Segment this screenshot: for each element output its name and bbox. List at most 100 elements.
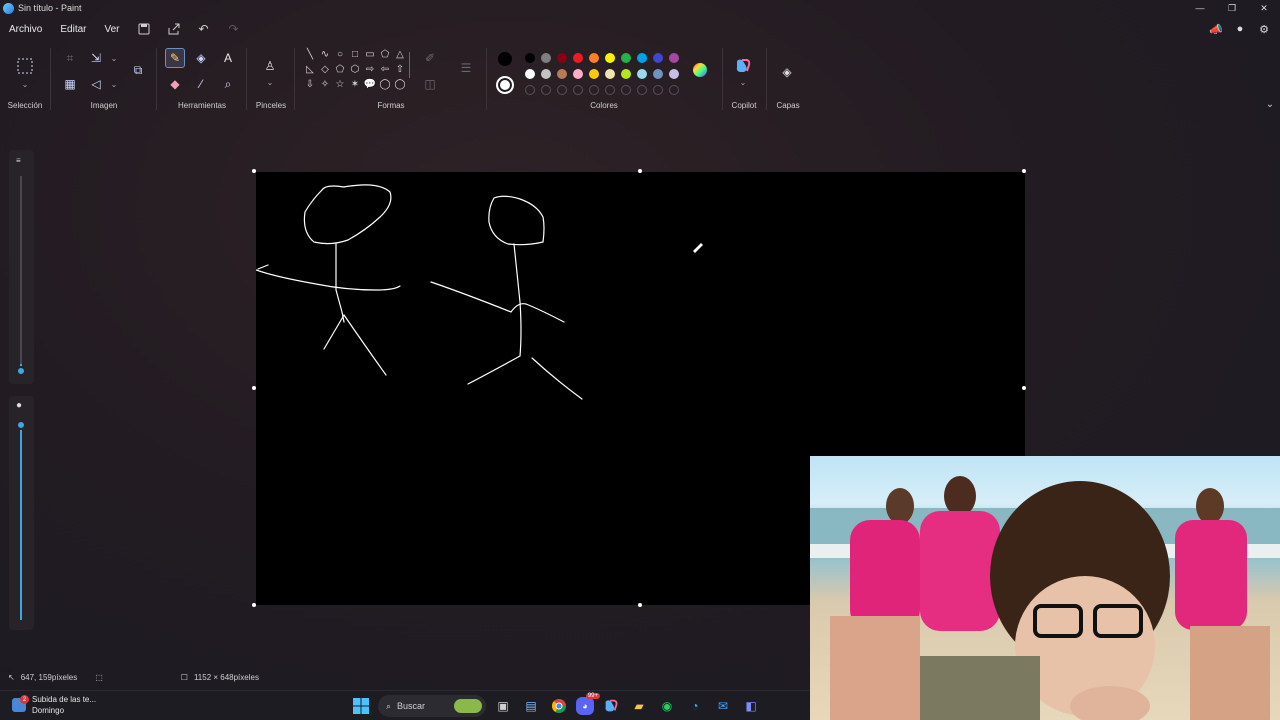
shape-option-icon[interactable]: ⬡ bbox=[348, 63, 362, 77]
task-view-icon[interactable]: ▣ bbox=[492, 695, 514, 717]
shape-option-icon[interactable]: ○ bbox=[333, 48, 347, 62]
shape-option-icon[interactable]: ▭ bbox=[363, 48, 377, 62]
color-swatch[interactable] bbox=[589, 69, 599, 79]
redo-icon[interactable]: ↷ bbox=[219, 22, 249, 36]
edit-colors-icon[interactable] bbox=[690, 60, 710, 80]
shape-option-icon[interactable]: 💬 bbox=[363, 78, 377, 92]
copilot-chevron-icon[interactable]: ⌄ bbox=[733, 72, 753, 92]
shape-fill-icon[interactable]: ◫ bbox=[420, 74, 440, 94]
shape-option-icon[interactable]: ◯ bbox=[393, 78, 407, 92]
shape-option-icon[interactable]: ✶ bbox=[348, 78, 362, 92]
rect-select-icon[interactable] bbox=[15, 56, 35, 76]
resize-chevron-icon[interactable]: ⌄ bbox=[104, 48, 124, 68]
taskbar-search[interactable]: ⌕ Buscar bbox=[378, 695, 486, 717]
shape-option-icon[interactable]: ✧ bbox=[318, 78, 332, 92]
save-icon[interactable] bbox=[129, 23, 159, 35]
shape-option-icon[interactable]: ◇ bbox=[318, 63, 332, 77]
color-swatch[interactable] bbox=[621, 69, 631, 79]
crop-icon[interactable]: ⌗ bbox=[60, 48, 80, 68]
color-swatch[interactable] bbox=[525, 69, 535, 79]
shape-option-icon[interactable]: ⇨ bbox=[363, 63, 377, 77]
custom-color-slot[interactable] bbox=[605, 85, 615, 95]
canvas-handle[interactable] bbox=[1022, 169, 1026, 173]
maximize-button[interactable]: ❐ bbox=[1216, 0, 1248, 16]
spotify-icon[interactable]: ◉ bbox=[656, 695, 678, 717]
shape-option-icon[interactable]: □ bbox=[348, 48, 362, 62]
color-swatch[interactable] bbox=[653, 69, 663, 79]
text-tool-icon[interactable]: A bbox=[218, 48, 238, 68]
shape-option-icon[interactable]: ╲ bbox=[303, 48, 317, 62]
undo-icon[interactable]: ↶ bbox=[189, 22, 219, 36]
custom-color-slot[interactable] bbox=[525, 85, 535, 95]
primary-color-swatch[interactable] bbox=[498, 52, 512, 66]
brush-chevron-icon[interactable]: ⌄ bbox=[260, 72, 280, 92]
shape-outline-icon[interactable]: ✐ bbox=[420, 48, 440, 68]
magnifier-icon[interactable]: ⌕ bbox=[218, 74, 238, 94]
menu-archivo[interactable]: Archivo bbox=[0, 24, 51, 35]
color-swatch[interactable] bbox=[669, 69, 679, 79]
shape-option-icon[interactable]: ◯ bbox=[378, 78, 392, 92]
color-swatch[interactable] bbox=[653, 53, 663, 63]
rotate-icon[interactable]: ◁ bbox=[86, 74, 106, 94]
color-swatch[interactable] bbox=[669, 53, 679, 63]
collapse-ribbon-chevron-icon[interactable]: ⌄ bbox=[1260, 94, 1280, 114]
windows-start-icon[interactable] bbox=[350, 695, 372, 717]
color-swatch[interactable] bbox=[541, 69, 551, 79]
shape-option-icon[interactable]: ⇧ bbox=[393, 63, 407, 77]
eraser-icon[interactable]: ◆ bbox=[165, 74, 185, 94]
minimize-button[interactable]: — bbox=[1184, 0, 1216, 16]
custom-color-slot[interactable] bbox=[589, 85, 599, 95]
image-creator-icon[interactable]: ⧉ bbox=[128, 60, 148, 80]
opacity-slider[interactable]: ● bbox=[9, 396, 34, 630]
copilot-taskbar-icon[interactable] bbox=[600, 695, 622, 717]
custom-color-slot[interactable] bbox=[557, 85, 567, 95]
shape-option-icon[interactable]: ⬠ bbox=[378, 48, 392, 62]
color-swatch[interactable] bbox=[525, 53, 535, 63]
color-swatch[interactable] bbox=[621, 53, 631, 63]
size-slider-thumb[interactable] bbox=[16, 366, 26, 376]
file-explorer-icon[interactable]: ▰ bbox=[628, 695, 650, 717]
settings-gear-icon[interactable]: ⚙ bbox=[1254, 18, 1274, 40]
color-swatch[interactable] bbox=[557, 53, 567, 63]
color-swatch[interactable] bbox=[573, 53, 583, 63]
color-picker-icon[interactable]: ⁄ bbox=[191, 74, 211, 94]
layers-icon[interactable]: ◈ bbox=[777, 62, 797, 82]
shape-option-icon[interactable]: ⇦ bbox=[378, 63, 392, 77]
color-swatch[interactable] bbox=[637, 69, 647, 79]
color-swatch[interactable] bbox=[637, 53, 647, 63]
color-swatch[interactable] bbox=[557, 69, 567, 79]
edge-icon[interactable]: ◔ bbox=[684, 695, 706, 717]
shape-option-icon[interactable]: ◺ bbox=[303, 63, 317, 77]
news-widget[interactable]: 2 Subida de las te... Domingo bbox=[12, 694, 96, 716]
feedback-icon[interactable]: 📣 bbox=[1206, 18, 1226, 40]
discord-icon[interactable]: ◕ 99+ bbox=[576, 693, 600, 715]
app-icon[interactable]: ◧ bbox=[740, 695, 762, 717]
canvas-handle[interactable] bbox=[638, 603, 642, 607]
mail-icon[interactable]: ✉ bbox=[712, 695, 734, 717]
selection-chevron-icon[interactable]: ⌄ bbox=[15, 74, 35, 94]
close-button[interactable]: ✕ bbox=[1248, 0, 1280, 16]
shape-option-icon[interactable]: ⇩ bbox=[303, 78, 317, 92]
canvas-handle[interactable] bbox=[252, 386, 256, 390]
secondary-color-swatch[interactable] bbox=[496, 76, 514, 94]
custom-color-slot[interactable] bbox=[637, 85, 647, 95]
shape-size-icon[interactable]: ☰ bbox=[456, 58, 476, 78]
canvas-handle[interactable] bbox=[1022, 386, 1026, 390]
custom-color-slot[interactable] bbox=[621, 85, 631, 95]
canvas-handle[interactable] bbox=[638, 169, 642, 173]
size-slider[interactable]: ≡ bbox=[9, 150, 34, 384]
custom-color-slot[interactable] bbox=[541, 85, 551, 95]
opacity-slider-thumb[interactable] bbox=[16, 420, 26, 430]
custom-color-slot[interactable] bbox=[653, 85, 663, 95]
shape-option-icon[interactable]: △ bbox=[393, 48, 407, 62]
canvas-handle[interactable] bbox=[252, 603, 256, 607]
pencil-icon[interactable]: ✎ bbox=[165, 48, 185, 68]
color-swatch[interactable] bbox=[605, 53, 615, 63]
color-swatch[interactable] bbox=[573, 69, 583, 79]
shape-option-icon[interactable]: ∿ bbox=[318, 48, 332, 62]
widgets-icon[interactable]: ▤ bbox=[520, 695, 542, 717]
menu-editar[interactable]: Editar bbox=[51, 24, 95, 35]
shape-option-icon[interactable]: ☆ bbox=[333, 78, 347, 92]
chrome-icon[interactable] bbox=[548, 695, 570, 717]
shape-option-icon[interactable]: ⬠ bbox=[333, 63, 347, 77]
